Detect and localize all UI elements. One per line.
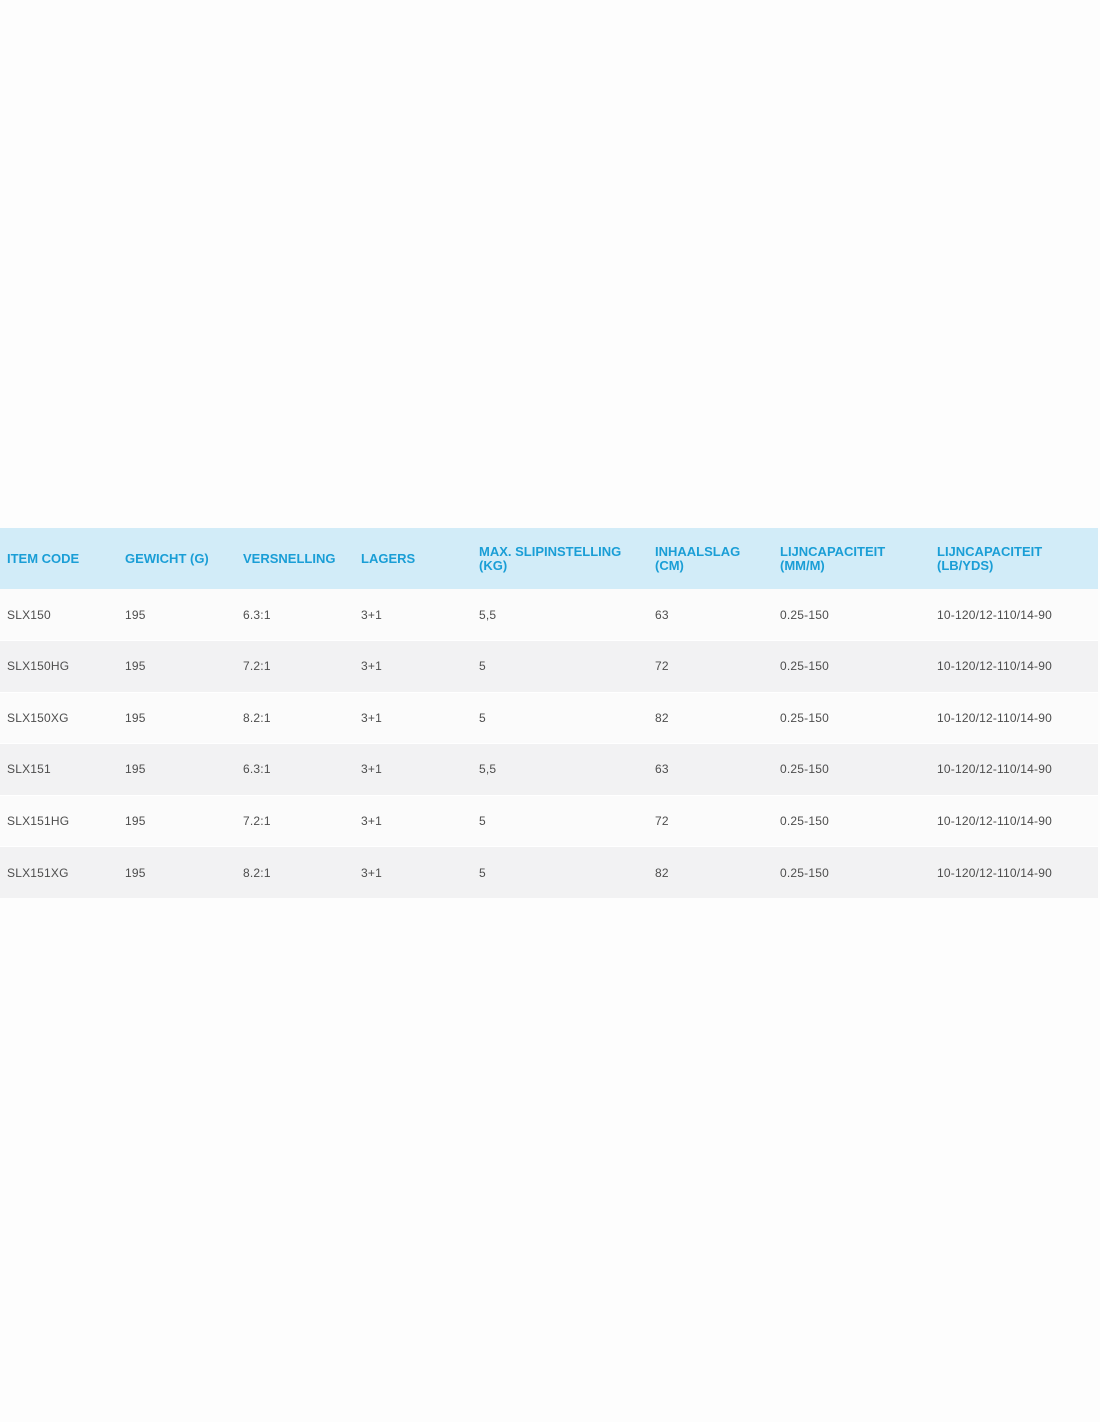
column-header-max-drag: MAX. SLIPINSTELLING (KG) (472, 528, 648, 589)
column-header-label: LIJNCAPACITEIT (937, 543, 1043, 559)
column-header-weight: GEWICHT (G) (118, 528, 236, 589)
header-row: ITEM CODE GEWICHT (G) VERSNELLING LAGERS… (0, 528, 1098, 589)
cell-line-capacity-lb: 10-120/12-110/14-90 (930, 794, 1098, 847)
cell-max-drag: 5,5 (472, 743, 648, 795)
cell-line-capacity-lb: 10-120/12-110/14-90 (930, 743, 1098, 795)
table-row: SLX150XG 195 8.2:1 3+1 5 82 0.25-150 10-… (0, 691, 1098, 744)
cell-weight: 195 (118, 640, 236, 692)
table-body: SLX150 195 6.3:1 3+1 5,5 63 0.25-150 10-… (0, 589, 1098, 898)
cell-weight: 195 (118, 691, 236, 744)
column-header-label: LIJNCAPACITEIT (780, 543, 886, 559)
cell-retrieve: 63 (648, 743, 773, 795)
cell-bearings: 3+1 (354, 691, 472, 744)
cell-line-capacity-mm: 0.25-150 (780, 607, 829, 622)
column-header-label: LAGERS (361, 550, 416, 566)
cell-bearings: 3+1 (354, 743, 472, 795)
table-row: SLX151XG 195 8.2:1 3+1 5 82 0.25-150 10-… (0, 846, 1098, 898)
cell-retrieve: 82 (648, 691, 773, 744)
cell-max-drag: 5 (472, 846, 648, 898)
cell-item-code: SLX150HG (0, 640, 118, 692)
column-header-item-code: ITEM CODE (0, 528, 118, 589)
cell-gear-ratio: 6.3:1 (243, 607, 271, 622)
cell-retrieve: 63 (655, 607, 669, 622)
cell-line-capacity-mm: 0.25-150 (773, 640, 930, 692)
cell-line-capacity-mm: 0.25-150 (773, 794, 930, 847)
cell-gear-ratio: 7.2:1 (236, 640, 354, 692)
cell-bearings: 3+1 (354, 640, 472, 692)
cell-weight: 195 (118, 846, 236, 898)
column-header-gear-ratio: VERSNELLING (236, 528, 354, 589)
cell-item-code: SLX151XG (0, 846, 118, 898)
column-header-label: ITEM CODE (7, 550, 80, 566)
table-row: SLX151 195 6.3:1 3+1 5,5 63 0.25-150 10-… (0, 743, 1098, 795)
column-header-unit: (KG) (479, 557, 508, 573)
cell-max-drag: 5 (472, 691, 648, 744)
cell-item-code: SLX151 (0, 743, 118, 795)
table-header: ITEM CODE GEWICHT (G) VERSNELLING LAGERS… (0, 528, 1098, 589)
cell-gear-ratio: 8.2:1 (236, 691, 354, 744)
cell-item-code: SLX151HG (0, 794, 118, 847)
cell-weight: 195 (118, 743, 236, 795)
cell-bearings: 3+1 (354, 794, 472, 847)
cell-line-capacity-mm: 0.25-150 (773, 691, 930, 744)
cell-line-capacity-lb: 10-120/12-110/14-90 (930, 640, 1098, 692)
column-header-unit: (CM) (655, 557, 684, 573)
column-header-bearings: LAGERS (354, 528, 472, 589)
table-row: SLX150 195 6.3:1 3+1 5,5 63 0.25-150 10-… (0, 589, 1098, 641)
cell-line-capacity-mm: 0.25-150 (773, 846, 930, 898)
cell-retrieve: 72 (648, 794, 773, 847)
table-row: SLX150HG 195 7.2:1 3+1 5 72 0.25-150 10-… (0, 640, 1098, 692)
column-header-label: GEWICHT (G) (125, 550, 209, 566)
cell-retrieve: 72 (648, 640, 773, 692)
cell-line-capacity-mm: 0.25-150 (773, 743, 930, 795)
cell-retrieve: 82 (648, 846, 773, 898)
column-header-retrieve: INHAALSLAG (CM) (648, 528, 773, 589)
column-header-label: INHAALSLAG (655, 543, 741, 559)
cell-gear-ratio: 8.2:1 (236, 846, 354, 898)
cell-item-code: SLX150 (7, 607, 51, 622)
column-header-unit: (LB/YDS) (937, 557, 994, 573)
cell-gear-ratio: 7.2:1 (236, 794, 354, 847)
column-header-label: MAX. SLIPINSTELLING (479, 543, 622, 559)
cell-max-drag: 5 (472, 794, 648, 847)
product-spec-table: ITEM CODE GEWICHT (G) VERSNELLING LAGERS… (0, 528, 1098, 898)
cell-max-drag: 5,5 (479, 607, 497, 622)
cell-weight: 195 (118, 794, 236, 847)
cell-line-capacity-lb: 10-120/12-110/14-90 (930, 846, 1098, 898)
cell-bearings: 3+1 (354, 846, 472, 898)
column-header-line-capacity-mm: LIJNCAPACITEIT (MM/M) (773, 528, 930, 589)
cell-bearings: 3+1 (361, 607, 382, 622)
column-header-line-capacity-lb: LIJNCAPACITEIT (LB/YDS) (930, 528, 1098, 589)
cell-item-code: SLX150XG (0, 691, 118, 744)
cell-line-capacity-lb: 10-120/12-110/14-90 (930, 691, 1098, 744)
cell-weight: 195 (125, 607, 146, 622)
table-row: SLX151HG 195 7.2:1 3+1 5 72 0.25-150 10-… (0, 794, 1098, 847)
cell-gear-ratio: 6.3:1 (236, 743, 354, 795)
cell-line-capacity-lb: 10-120/12-110/14-90 (937, 607, 1052, 622)
column-header-label: VERSNELLING (243, 550, 336, 566)
column-header-unit: (MM/M) (780, 557, 825, 573)
cell-max-drag: 5 (472, 640, 648, 692)
